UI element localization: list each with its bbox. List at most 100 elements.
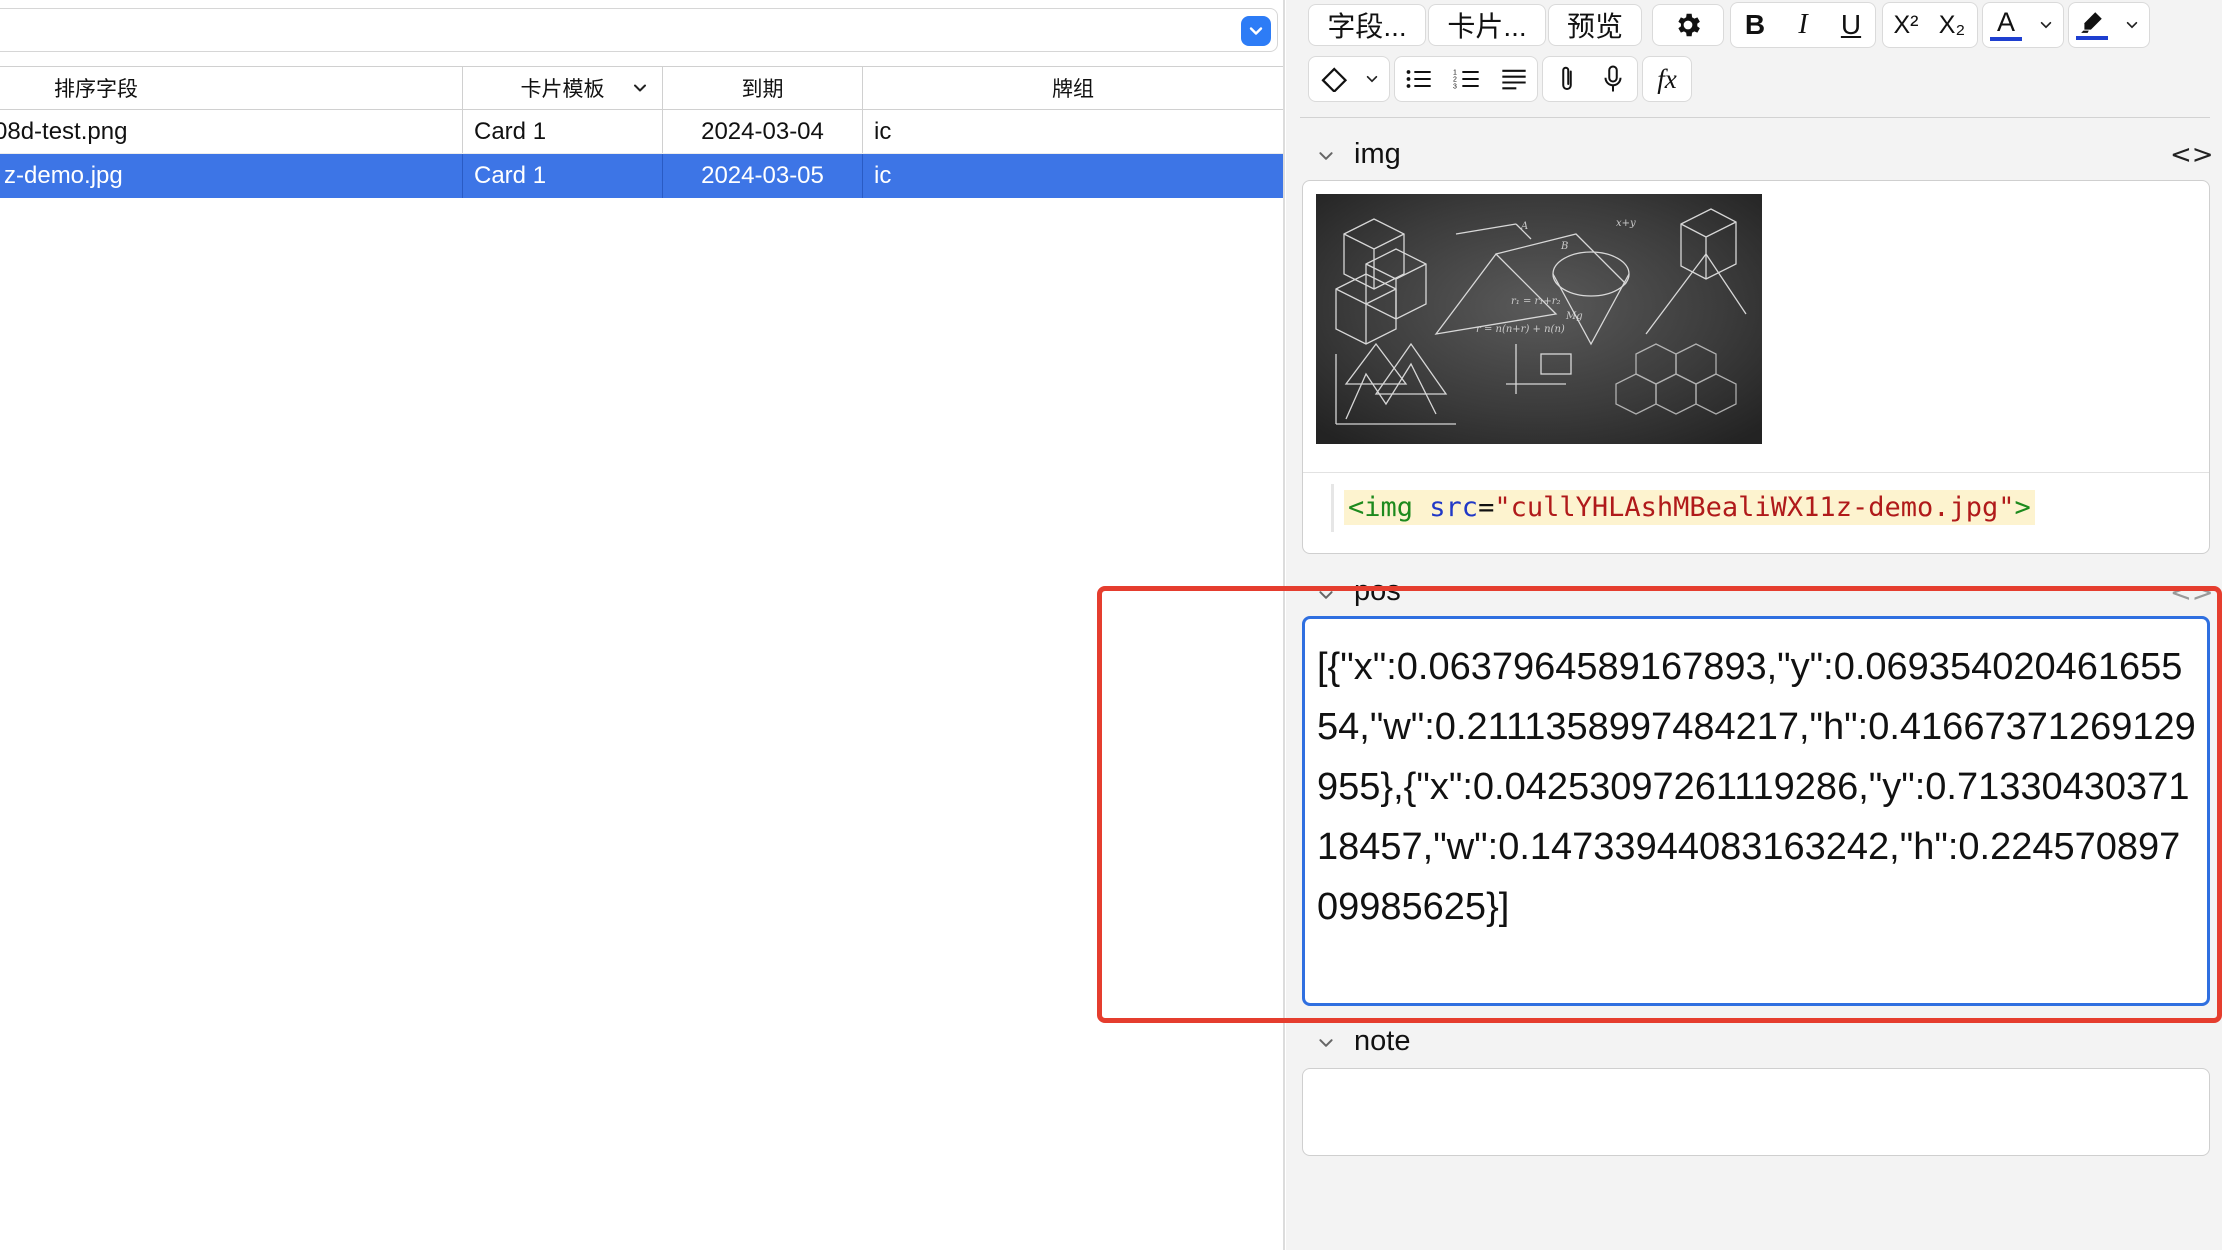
table-row[interactable]: 08d-test.png Card 1 2024-03-04 ic [0,110,1283,154]
highlight-dropdown[interactable] [2116,4,2148,46]
cell-text: Card 1 [474,117,547,145]
fields-button[interactable]: 字段... [1308,4,1426,46]
column-label: 排序字段 [54,78,138,101]
remove-format-dropdown[interactable] [1356,58,1388,100]
pane-splitter[interactable] [1283,0,1285,1250]
microphone-icon [1604,65,1622,92]
collapse-field-pos[interactable] [1317,586,1335,604]
align-left-icon [1502,69,1526,90]
subscript-button[interactable]: X₂ [1930,4,1974,46]
button-label: X₂ [1938,10,1966,39]
table-header: 排序字段 卡片模板 到期 牌组 [0,66,1283,110]
field-label-note: note [1354,1025,1411,1057]
settings-button[interactable] [1652,4,1724,46]
pos-field-text[interactable]: [{"x":0.0637964589167893,"y":0.069354020… [1317,637,2197,937]
attach-button[interactable] [1544,58,1590,100]
cell-text: 2024-03-05 [701,162,824,189]
marker-icon [2081,12,2102,33]
cell-template: Card 1 [463,154,663,198]
chevron-down-icon[interactable] [632,80,648,96]
highlight-button[interactable] [2070,4,2114,46]
button-label: I [1798,9,1808,40]
field-label-img: img [1354,138,1401,170]
cell-sort-field: z-demo.jpg [0,154,463,198]
cards-button[interactable]: 卡片... [1428,4,1546,46]
search-bar[interactable] [0,8,1278,52]
column-label: 到期 [741,78,784,101]
cell-text: ic [874,162,892,189]
field-label-pos: pos [1354,575,1401,607]
cell-deck: ic [863,110,1283,153]
field-editor-note[interactable] [1302,1068,2210,1156]
collapse-field-img[interactable] [1317,147,1335,165]
cell-text: z-demo.jpg [4,162,123,189]
cell-due: 2024-03-04 [663,110,863,153]
color-swatch [1990,37,2022,41]
column-header-due[interactable]: 到期 [663,67,863,109]
code-gutter [1331,484,1334,532]
html-attribute-value: "cullYHLAshMBealiWX11z-demo.jpg" [1494,492,2015,523]
cell-deck: ic [863,154,1283,198]
html-tag-open: <img [1348,492,1430,523]
card-browser: 排序字段 卡片模板 到期 牌组 08d-test.png Card 1 2024… [0,0,1283,1250]
chevron-down-icon [2040,21,2052,29]
chalkboard-image: r₁ = r₁+r₂ r = n(n+r) + n(n) Mg A B x+y [1316,194,1762,444]
unordered-list-button[interactable] [1396,58,1442,100]
cell-text: 2024-03-04 [701,117,824,145]
html-editor-divider [1303,472,2209,473]
button-label: fx [1657,63,1677,94]
button-label: 卡片... [1447,11,1527,42]
cell-due: 2024-03-05 [663,154,863,198]
cell-text: Card 1 [474,162,547,189]
collapse-field-note[interactable] [1317,1034,1335,1052]
color-swatch [2076,36,2108,40]
numbered-list-icon: 1 2 3 [1453,69,1479,90]
html-editor-toggle-pos[interactable]: <> [2170,578,2214,608]
column-header-sort-field[interactable]: 排序字段 [0,67,463,109]
ordered-list-button[interactable]: 1 2 3 [1444,58,1490,100]
preview-button[interactable]: 预览 [1548,4,1642,46]
cell-text: 08d-test.png [0,117,128,145]
svg-text:2: 2 [1453,76,1457,83]
italic-button[interactable]: I [1780,4,1826,46]
svg-text:x+y: x+y [1616,218,1636,229]
field-editor-pos[interactable]: [{"x":0.0637964589167893,"y":0.069354020… [1302,616,2210,1006]
paperclip-icon [1562,66,1572,90]
html-equals: = [1478,492,1495,523]
column-label: 卡片模板 [520,78,605,101]
cell-template: Card 1 [463,110,663,153]
chevron-down-icon [1249,27,1263,35]
mathjax-button[interactable]: fx [1644,58,1690,100]
svg-text:3: 3 [1453,83,1457,90]
svg-text:1: 1 [1453,69,1457,76]
text-color-button[interactable]: A [1984,4,2028,46]
remove-format-button[interactable] [1310,58,1356,100]
superscript-button[interactable]: X² [1884,4,1928,46]
button-label: 字段... [1327,11,1407,42]
svg-text:A: A [1520,221,1528,232]
record-audio-button[interactable] [1590,58,1636,100]
column-label: 牌组 [1052,78,1094,101]
button-label: A [1996,7,2015,37]
table-row-selected[interactable]: z-demo.jpg Card 1 2024-03-05 ic [0,154,1283,198]
underline-button[interactable]: U [1828,4,1874,46]
align-button[interactable] [1492,58,1536,100]
column-header-card-template[interactable]: 卡片模板 [463,67,663,109]
search-dropdown-button[interactable] [1241,16,1271,46]
button-label: X² [1893,10,1919,39]
bold-button[interactable]: B [1732,4,1778,46]
html-source-line[interactable]: <img src="cullYHLAshMBealiWX11z-demo.jpg… [1344,490,2035,525]
svg-text:Mg: Mg [1565,311,1583,322]
toolbar-divider [1300,117,2210,118]
math-diagram-image: r₁ = r₁+r₂ r = n(n+r) + n(n) Mg A B x+y [1316,194,1762,444]
eraser-icon [1321,67,1348,92]
bullet-list-icon [1406,70,1431,88]
cell-text: ic [874,117,892,145]
svg-text:r = n(n+r) + n(n): r = n(n+r) + n(n) [1476,324,1565,335]
gear-icon [1678,13,1700,37]
column-header-deck[interactable]: 牌组 [863,67,1283,109]
cards-table: 排序字段 卡片模板 到期 牌组 08d-test.png Card 1 2024… [0,66,1283,198]
text-color-dropdown[interactable] [2030,4,2062,46]
html-tag-close: > [2014,492,2031,523]
html-editor-toggle-img[interactable]: <> [2170,140,2214,170]
